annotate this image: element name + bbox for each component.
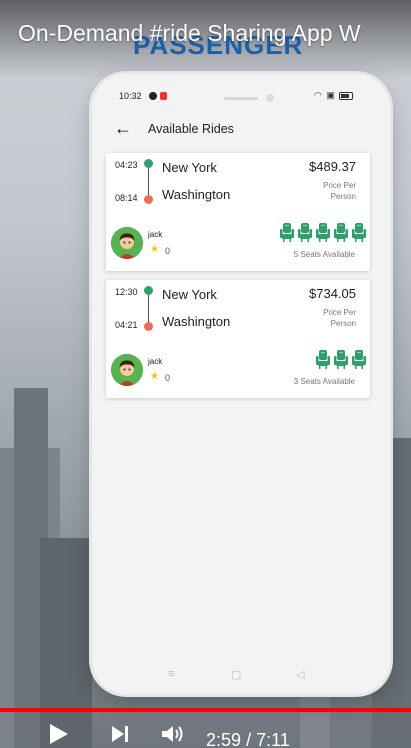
seat-icon xyxy=(352,223,366,242)
departure-time: 12:30 xyxy=(115,287,138,297)
ride-price: $489.37 xyxy=(309,159,356,174)
arrival-time: 08:14 xyxy=(115,193,138,203)
star-icon: ★ xyxy=(150,244,159,255)
destination-city: Washington xyxy=(162,187,231,202)
home-square-icon[interactable]: ▢ xyxy=(231,668,241,681)
video-progress-fill xyxy=(0,708,411,712)
ride-card[interactable]: 12:30 04:21 New York Washington $734.05 … xyxy=(106,280,370,398)
system-nav-bar: ≡ ▢ ◁ xyxy=(92,658,390,694)
volume-icon[interactable] xyxy=(160,722,186,748)
arrow-left-icon[interactable]: ← xyxy=(114,118,132,139)
seat-icon xyxy=(280,223,294,242)
ride-price: $734.05 xyxy=(309,286,356,301)
route-line xyxy=(148,165,149,199)
driver-name: jack xyxy=(148,230,163,239)
seats-available: 3 Seats Available xyxy=(293,377,355,386)
video-title[interactable]: On-Demand #ride Sharing App W xyxy=(18,20,361,47)
status-bar: 10:32 ◠ ▣ xyxy=(92,74,390,114)
driver-avatar[interactable] xyxy=(111,227,143,259)
seat-icons xyxy=(316,350,366,369)
player-controls: 2:59 / 7:11 xyxy=(0,718,411,748)
wifi-icon: ◠ xyxy=(314,90,323,100)
seat-icons xyxy=(280,223,366,242)
earpiece xyxy=(224,97,258,100)
seat-icon xyxy=(334,223,348,242)
destination-city: Washington xyxy=(162,314,231,329)
driver-name: jack xyxy=(148,357,163,366)
video-progress-bar[interactable] xyxy=(0,708,411,712)
video-duration: 7:11 xyxy=(256,730,290,748)
route-line xyxy=(148,292,149,326)
back-triangle-icon[interactable]: ◁ xyxy=(296,668,304,681)
seat-icon xyxy=(334,350,348,369)
driver-avatar[interactable] xyxy=(111,354,143,386)
page-title: Available Rides xyxy=(148,122,234,136)
play-icon[interactable] xyxy=(48,722,70,748)
battery-icon xyxy=(339,91,354,100)
origin-dot-icon xyxy=(144,159,153,168)
app-header: ← Available Rides xyxy=(92,118,390,142)
seat-icon xyxy=(316,223,330,242)
current-time: 2:59 xyxy=(206,730,242,748)
departure-time: 04:23 xyxy=(115,160,138,170)
seat-icon xyxy=(298,223,312,242)
menu-icon[interactable]: ≡ xyxy=(168,668,174,680)
destination-dot-icon xyxy=(144,322,153,331)
driver-rating: 0 xyxy=(165,373,171,383)
origin-city: New York xyxy=(162,160,217,175)
time-separator: / xyxy=(246,730,252,748)
price-caption: Price Per Person xyxy=(323,308,356,328)
status-time: 10:32 xyxy=(119,91,142,101)
seat-icon xyxy=(352,350,366,369)
app-notification-icon xyxy=(160,92,167,100)
price-caption: Price Per Person xyxy=(323,181,356,201)
ride-card[interactable]: 04:23 08:14 New York Washington $489.37 … xyxy=(106,153,370,271)
screen-record-icon: ▣ xyxy=(326,90,336,100)
time-display: 2:59 / 7:11 xyxy=(206,730,290,748)
front-camera xyxy=(266,94,274,102)
origin-city: New York xyxy=(162,287,217,302)
skip-next-icon[interactable] xyxy=(110,722,132,748)
seats-available: 5 Seats Available xyxy=(293,250,355,259)
status-icons: ◠ ▣ xyxy=(314,90,354,101)
origin-dot-icon xyxy=(144,286,153,295)
star-icon: ★ xyxy=(150,371,159,382)
driver-rating: 0 xyxy=(165,246,171,256)
app-notification-icon xyxy=(149,92,157,100)
phone-mockup: 10:32 ◠ ▣ ← Available Rides 04:23 08:14 … xyxy=(92,74,390,694)
seat-icon xyxy=(316,350,330,369)
destination-dot-icon xyxy=(144,195,153,204)
arrival-time: 04:21 xyxy=(115,320,138,330)
